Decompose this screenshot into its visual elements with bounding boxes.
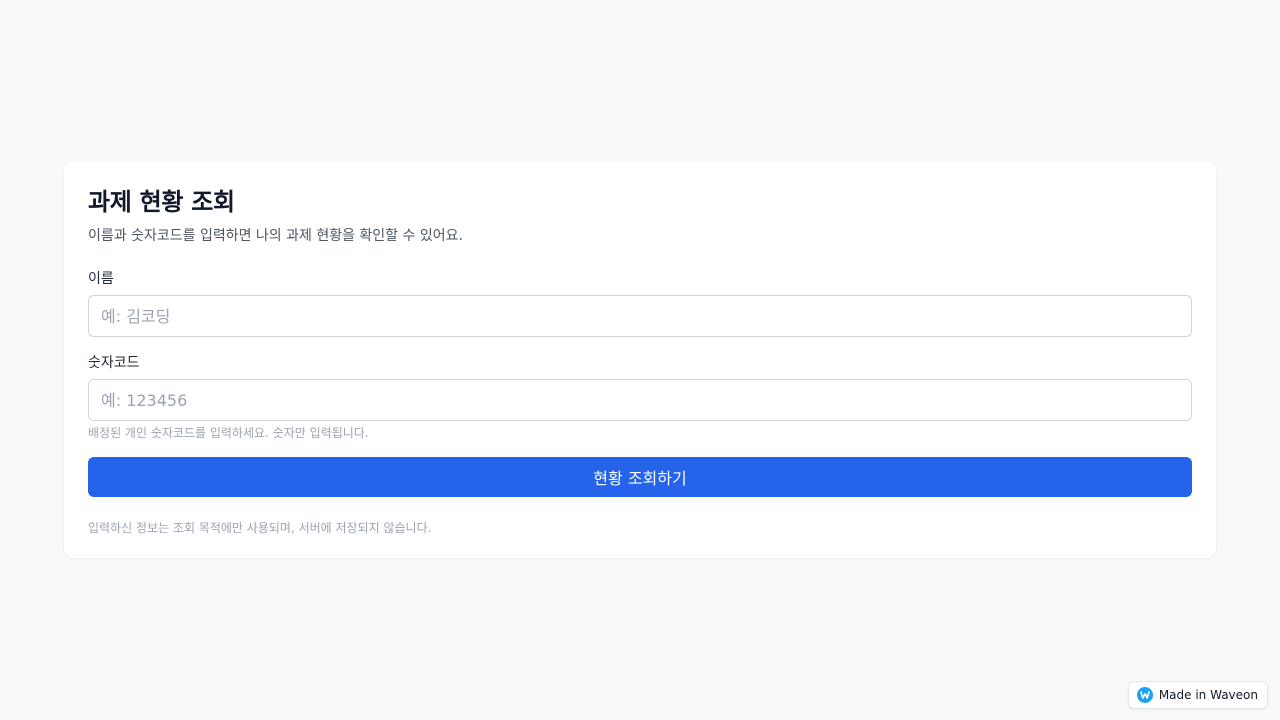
name-input[interactable] bbox=[88, 295, 1192, 337]
code-input[interactable] bbox=[88, 379, 1192, 421]
page: 과제 현황 조회 이름과 숫자코드를 입력하면 나의 과제 현황을 확인할 수 … bbox=[0, 0, 1280, 720]
code-label: 숫자코드 bbox=[88, 355, 140, 371]
lookup-card: 과제 현황 조회 이름과 숫자코드를 입력하면 나의 과제 현황을 확인할 수 … bbox=[64, 162, 1216, 558]
submit-button[interactable]: 현황 조회하기 bbox=[88, 457, 1192, 497]
privacy-note: 입력하신 정보는 조회 목적에만 사용되며, 서버에 저장되지 않습니다. bbox=[88, 521, 432, 535]
made-in-waveon-badge[interactable]: Made in Waveon bbox=[1127, 681, 1268, 709]
page-subtitle: 이름과 숫자코드를 입력하면 나의 과제 현황을 확인할 수 있어요. bbox=[88, 228, 463, 244]
page-title: 과제 현황 조회 bbox=[88, 188, 235, 216]
name-label: 이름 bbox=[88, 271, 114, 287]
code-hint: 배정된 개인 숫자코드를 입력하세요. 숫자만 입력됩니다. bbox=[88, 426, 369, 440]
waveon-logo-icon bbox=[1136, 687, 1153, 703]
badge-label: Made in Waveon bbox=[1158, 688, 1258, 702]
